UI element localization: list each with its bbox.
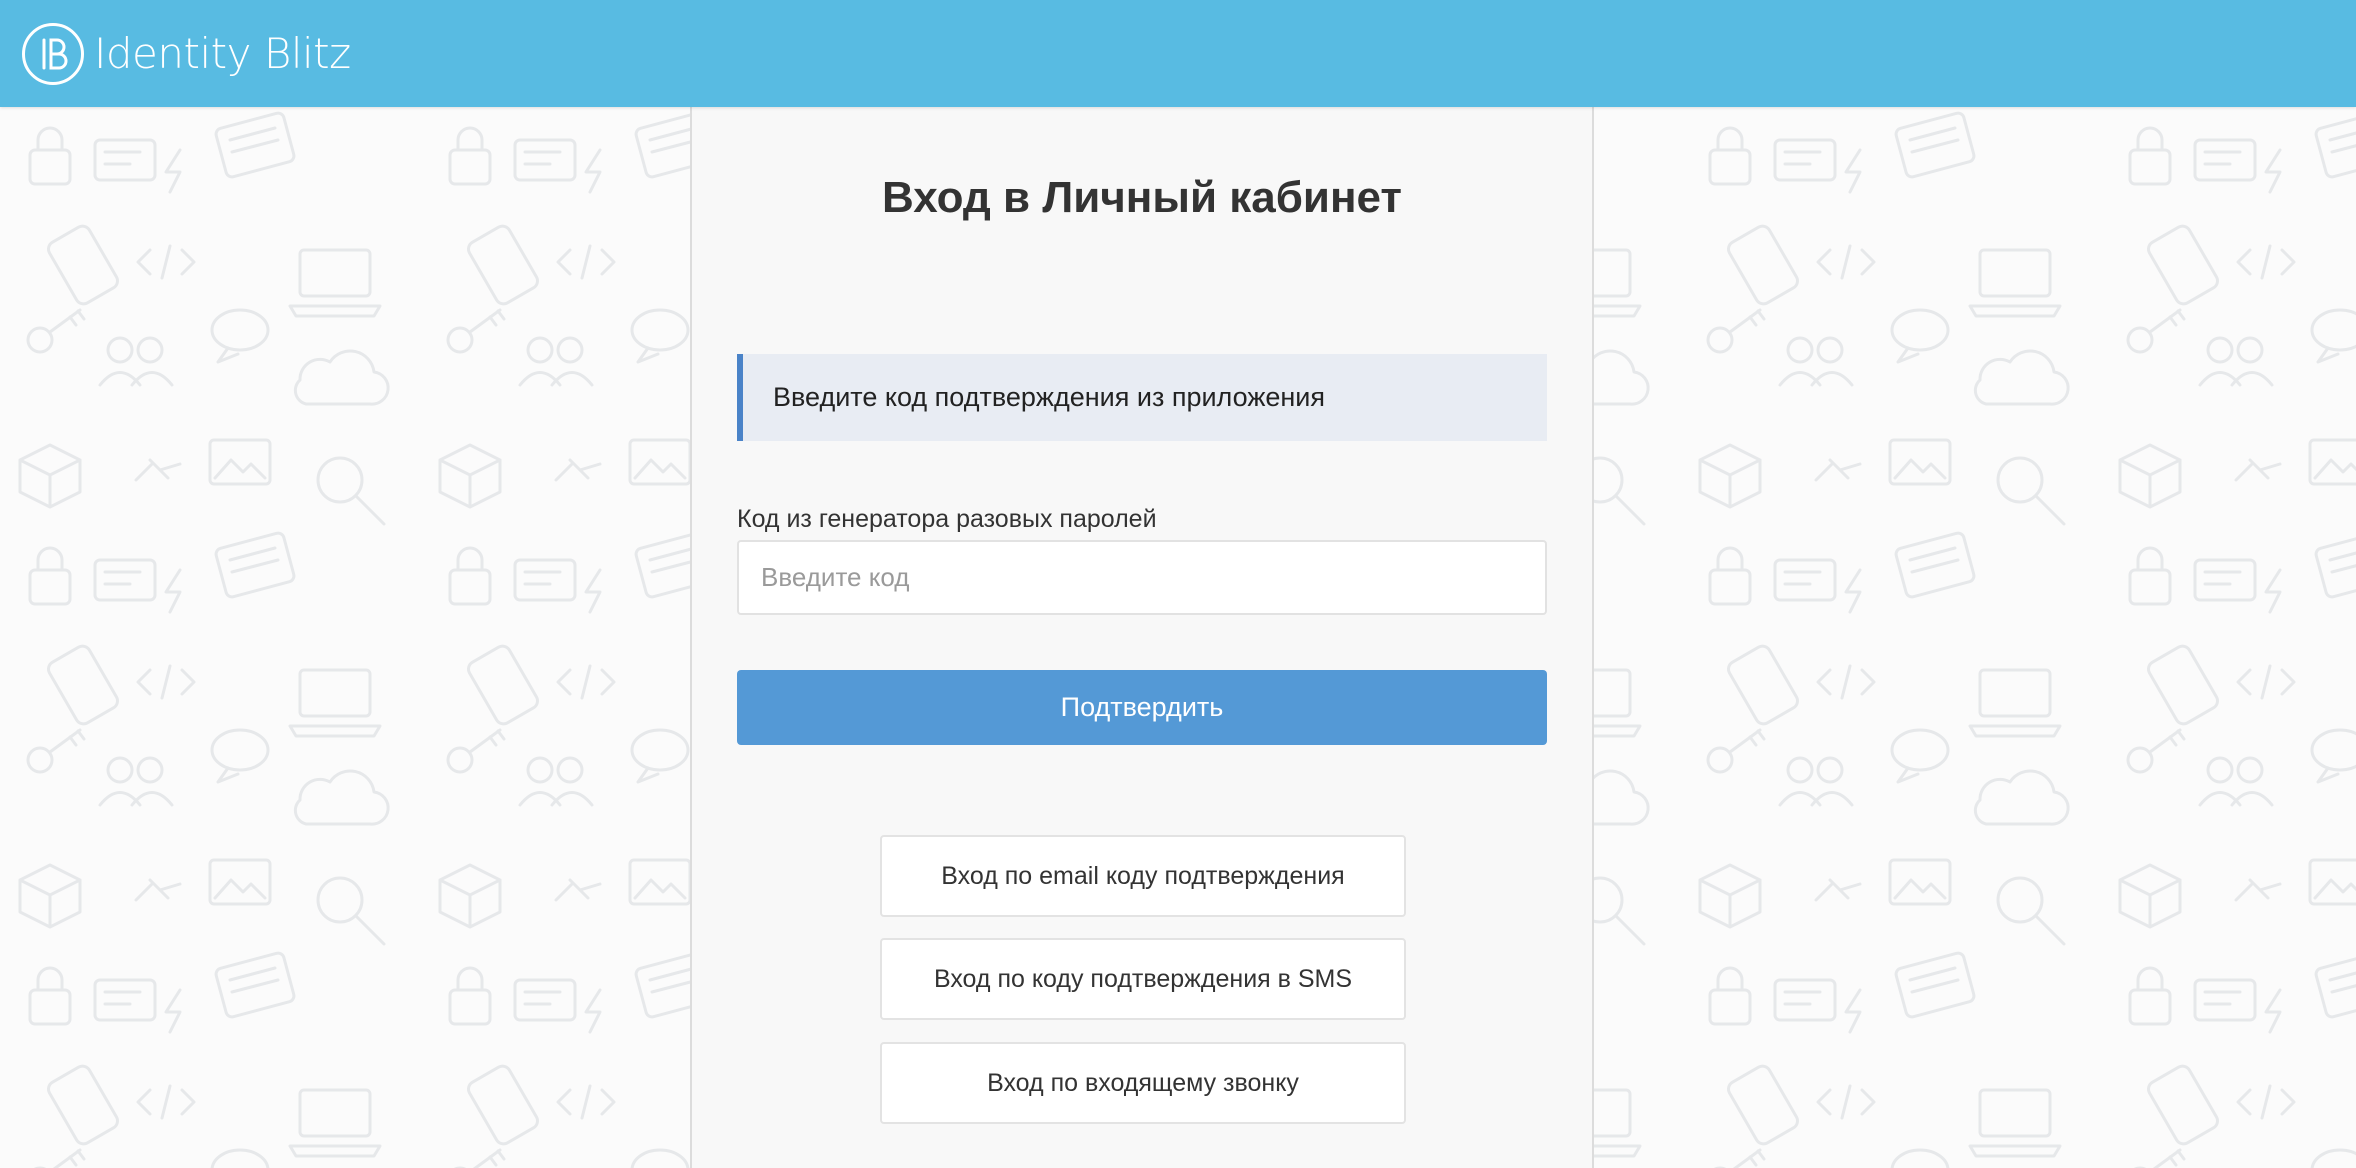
info-alert: Введите код подтверждения из приложения [737,354,1547,441]
incoming-call-login-button[interactable]: Вход по входящему звонку [880,1042,1406,1124]
otp-code-input[interactable] [737,540,1547,615]
sms-code-login-button[interactable]: Вход по коду подтверждения в SMS [880,938,1406,1020]
brand-name[interactable]: Identity Blitz [94,29,351,78]
page-title-prefix: Вход в [882,173,1031,222]
page-title: Вход в Личный кабинет [692,173,1592,223]
page-title-strong: Личный кабинет [1042,173,1402,222]
confirm-button[interactable]: Подтвердить [737,670,1547,745]
top-header: Identity Blitz [0,0,2356,107]
otp-field-label: Код из генератора разовых паролей [737,505,1157,533]
login-panel: Вход в Личный кабинет Введите код подтве… [690,107,1594,1168]
info-alert-text: Введите код подтверждения из приложения [773,382,1326,412]
email-code-login-button[interactable]: Вход по email коду подтверждения [880,835,1406,917]
ib-logo-icon[interactable] [22,22,84,85]
